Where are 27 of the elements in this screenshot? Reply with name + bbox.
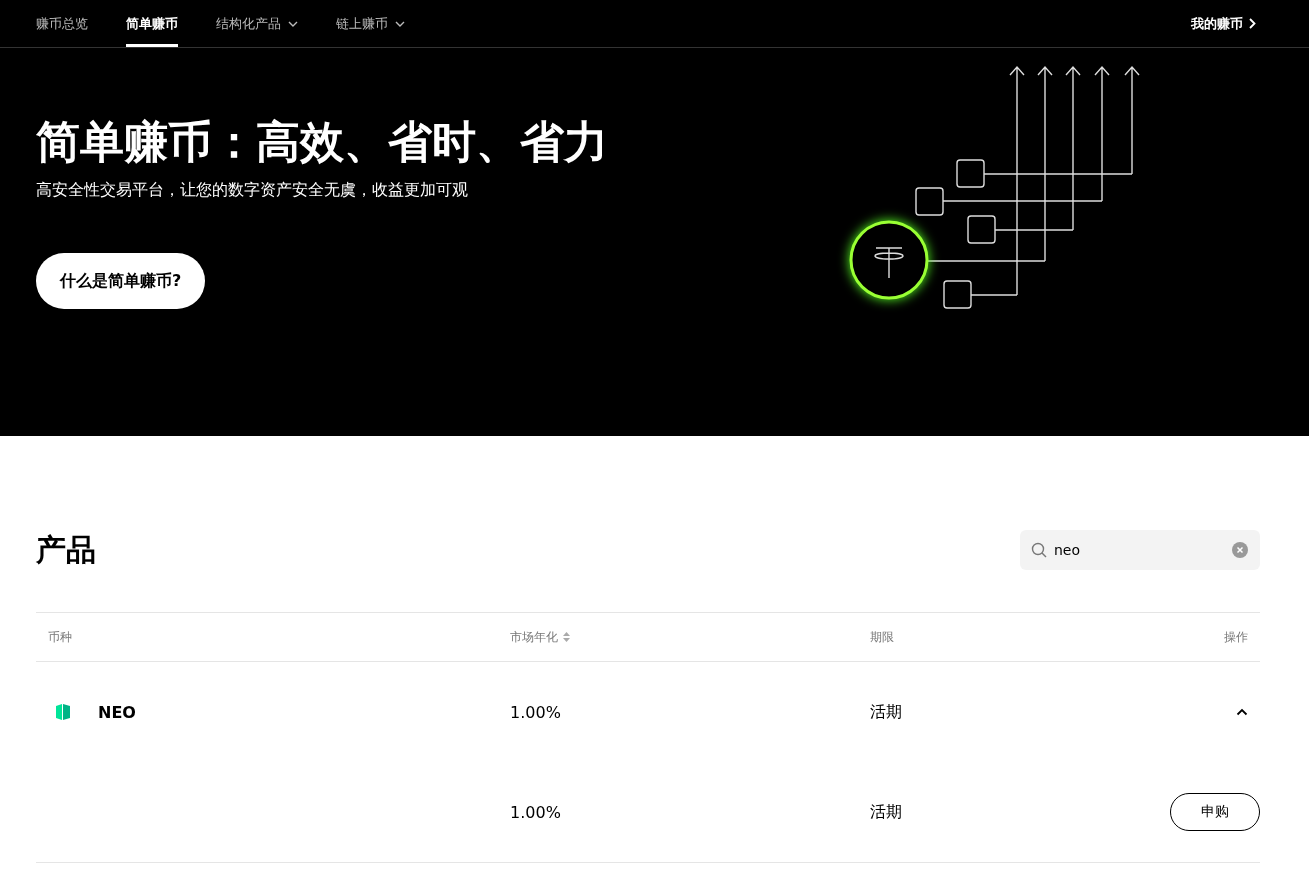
nav-tab[interactable]: 赚币总览 xyxy=(36,0,88,47)
search-field[interactable]: neo xyxy=(1020,530,1260,570)
column-header: 币种 xyxy=(48,628,72,646)
chevron-icon[interactable] xyxy=(1236,708,1248,716)
chevron-down-icon xyxy=(395,20,405,27)
sort-icon[interactable] xyxy=(563,632,570,642)
nav-tab[interactable]: 简单赚币 xyxy=(126,0,178,47)
rate-text: 1.00% xyxy=(510,702,561,722)
term-text: 活期 xyxy=(870,801,902,823)
rate-text: 1.00% xyxy=(510,802,561,822)
subscribe-button[interactable]: 申购 xyxy=(1170,793,1260,831)
chevron-down-icon xyxy=(288,20,298,27)
my-earn-link[interactable]: 我的赚币 xyxy=(1191,0,1256,47)
nav-tab[interactable]: 结构化产品 xyxy=(216,0,298,47)
nav-tab[interactable]: 链上赚币 xyxy=(336,0,405,47)
hero-subtitle: 高安全性交易平台，让您的数字资产安全无虞，收益更加可观 xyxy=(36,180,469,201)
term-text: 活期 xyxy=(870,701,902,723)
coin-name: NEO xyxy=(98,702,136,722)
column-header: 市场年化 xyxy=(510,628,558,646)
search-icon xyxy=(1031,542,1047,558)
column-header: 期限 xyxy=(870,628,894,646)
what-is-button[interactable]: 什么是简单赚币? xyxy=(36,253,206,309)
hero-title: 简单赚币：高效、省时、省力 xyxy=(36,115,608,169)
chevron-right-icon xyxy=(1249,18,1256,29)
column-header: 操作 xyxy=(1224,628,1248,646)
clear-icon[interactable] xyxy=(1232,542,1248,558)
section-title: 产品 xyxy=(36,530,96,569)
